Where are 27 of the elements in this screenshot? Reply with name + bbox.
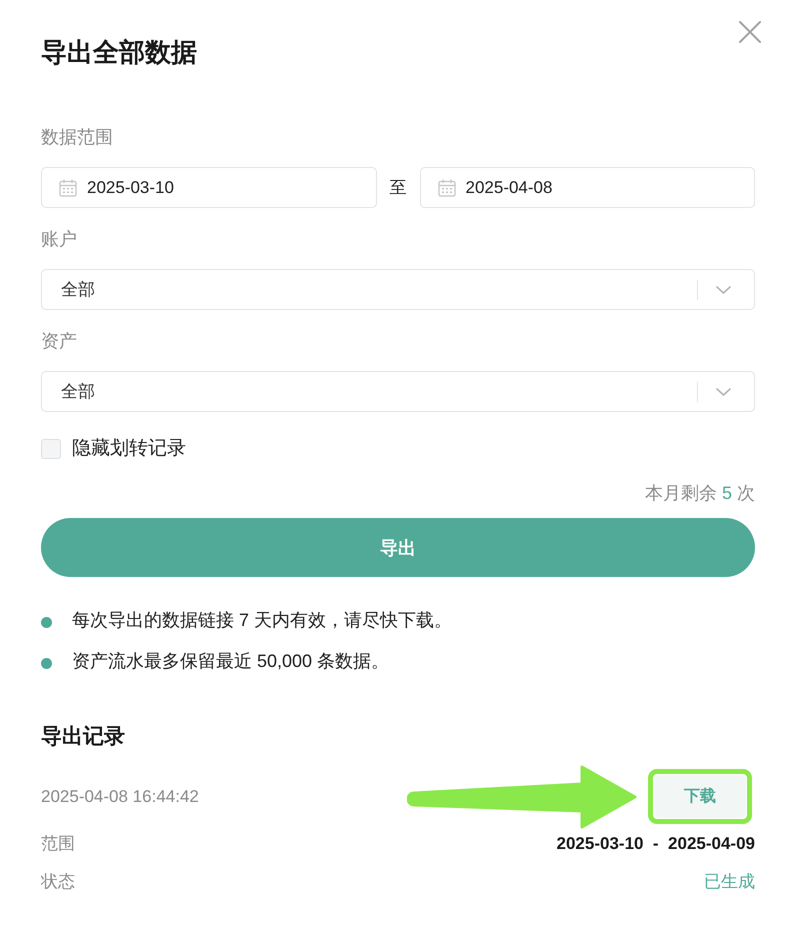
dialog-title: 导出全部数据: [41, 36, 197, 69]
checkbox[interactable]: [41, 439, 61, 459]
record-time: 2025-04-08 16:44:42: [41, 786, 199, 806]
field-label: 账户: [41, 228, 78, 251]
status-value: 已生成: [704, 871, 755, 893]
bullet-icon: [41, 658, 52, 669]
date-range-value: 2025-03-10 - 2025-04-09: [556, 833, 755, 855]
range-separator: 至: [388, 177, 408, 199]
calendar-icon: [59, 178, 77, 196]
field-label: 资产: [41, 330, 78, 353]
section-title: 导出记录: [41, 724, 126, 750]
date-field[interactable]: 2025-03-10: [41, 167, 376, 208]
bullet-icon: [41, 617, 52, 628]
chevron-down-icon: [716, 388, 731, 396]
record-label: 状态: [41, 871, 75, 893]
note-text: 每次导出的数据链接 7 天内有效，请尽快下载。: [72, 609, 452, 632]
field-label: 数据范围: [41, 126, 114, 149]
close-icon[interactable]: [739, 21, 761, 43]
record-label: 范围: [41, 833, 75, 855]
date-field[interactable]: 2025-04-08: [420, 167, 755, 208]
calendar-icon: [438, 178, 456, 196]
dropdown-select[interactable]: 全部: [41, 371, 755, 412]
quota-text: 本月剩余 5 次: [644, 482, 755, 505]
dropdown-select[interactable]: 全部: [41, 269, 755, 310]
checkbox-label[interactable]: 隐藏划转记录: [72, 436, 186, 462]
chevron-down-icon: [716, 286, 731, 294]
note-text: 资产流水最多保留最近 50,000 条数据。: [72, 650, 390, 673]
